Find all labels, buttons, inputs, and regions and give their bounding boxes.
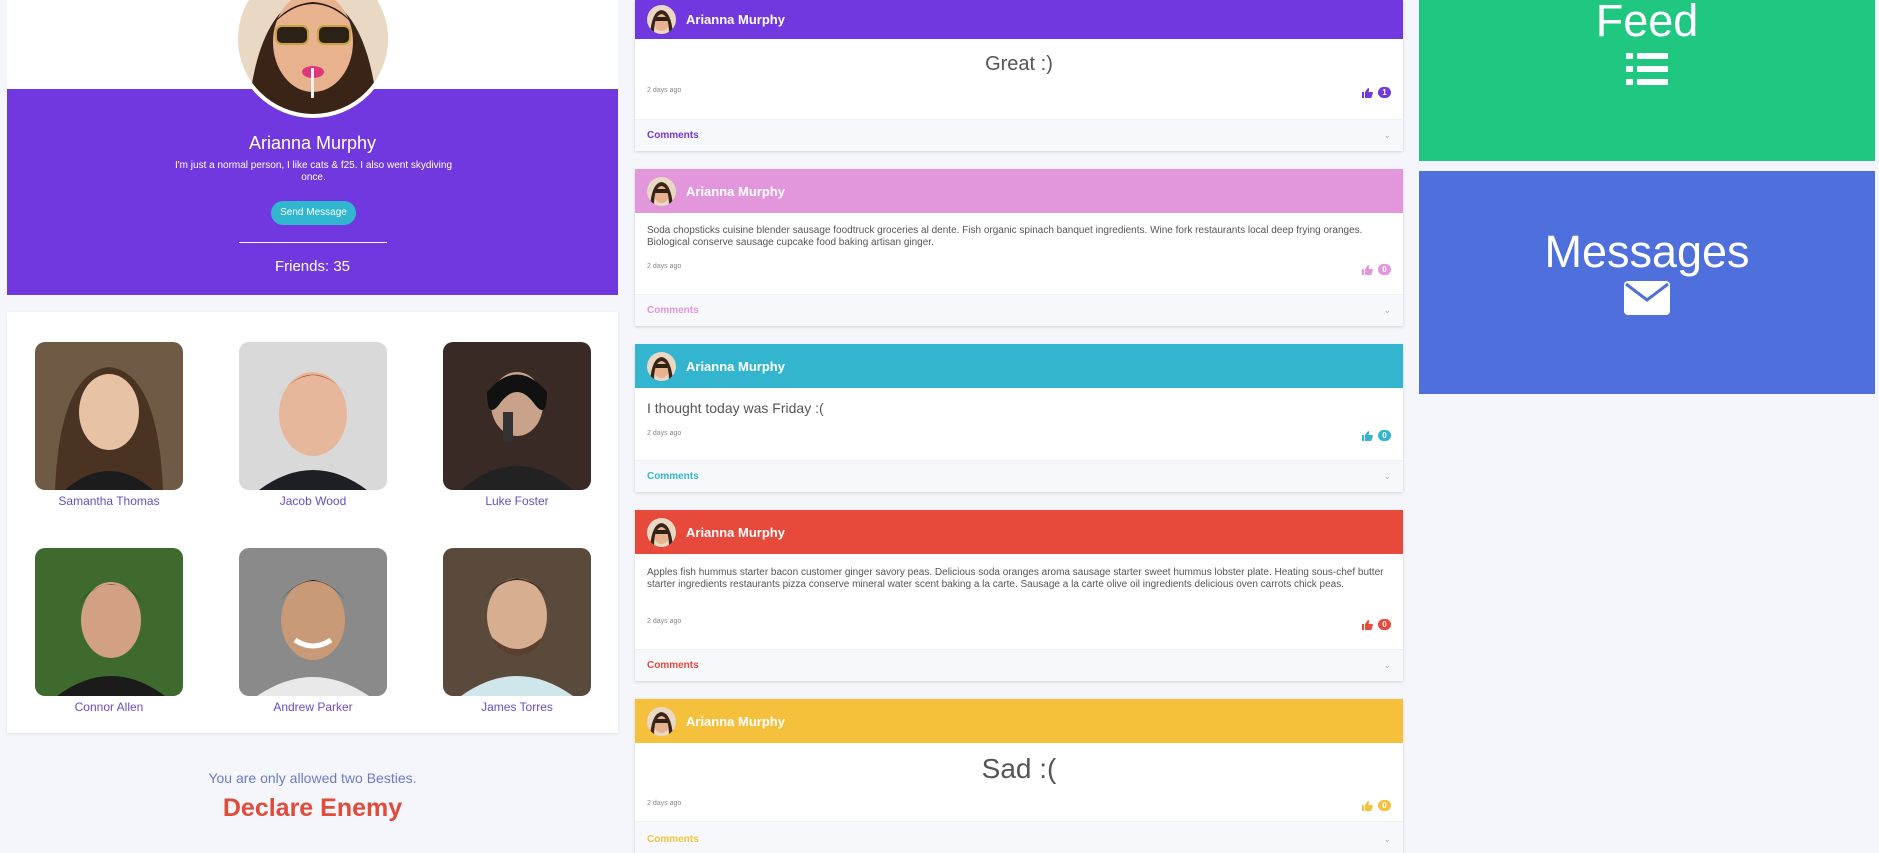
profile-name: Arianna Murphy [248, 133, 377, 153]
friends-count: Friends: 35 [274, 258, 351, 275]
messages-tile[interactable]: Messages [1419, 171, 1875, 394]
post-author-avatar[interactable] [647, 5, 676, 34]
friend-card[interactable]: Andrew Parker [239, 548, 387, 714]
post-body: Sad :( 2 days ago 0 Comments ⌄ [635, 743, 1403, 853]
post-text: Apples fish hummus starter bacon custome… [647, 567, 1384, 590]
post-header: Arianna Murphy [635, 510, 1403, 554]
post-body: Soda chopsticks cuisine blender sausage … [635, 213, 1403, 326]
declare-enemy-button[interactable]: Declare Enemy [7, 794, 618, 823]
thumbs-up-icon[interactable] [1362, 430, 1373, 441]
chevron-down-icon[interactable]: ⌄ [1383, 471, 1391, 482]
post-author[interactable]: Arianna Murphy [686, 184, 785, 199]
post-text: Great :) [985, 53, 1053, 75]
comments-toggle[interactable]: Comments ⌄ [635, 294, 1403, 326]
friend-card[interactable]: James Torres [443, 548, 591, 714]
like-count: 0 [1378, 430, 1391, 441]
friend-name[interactable]: James Torres [443, 700, 591, 714]
feed-tile-title[interactable]: Feed [1419, 0, 1875, 46]
feed-post: Arianna Murphy Apples fish hummus starte… [635, 510, 1403, 681]
like-count: 0 [1378, 264, 1391, 275]
comments-toggle[interactable]: Comments ⌄ [635, 649, 1403, 681]
profile-card: Arianna Murphy I'm just a normal person,… [7, 0, 618, 295]
friend-photo[interactable] [443, 342, 591, 490]
besties-note: You are only allowed two Besties. [208, 770, 417, 786]
post-header: Arianna Murphy [635, 699, 1403, 743]
like-group[interactable]: 1 [1362, 87, 1391, 98]
post-time: 2 days ago [647, 263, 682, 270]
friend-name[interactable]: Andrew Parker [239, 700, 387, 714]
friend-photo[interactable] [239, 342, 387, 490]
chevron-down-icon[interactable]: ⌄ [1383, 834, 1391, 845]
post-header: Arianna Murphy [635, 344, 1403, 388]
post-time: 2 days ago [647, 430, 682, 437]
post-header: Arianna Murphy [635, 169, 1403, 213]
friend-photo[interactable] [443, 548, 591, 696]
post-time: 2 days ago [647, 87, 682, 94]
comments-label[interactable]: Comments [647, 660, 699, 671]
friend-name[interactable]: Luke Foster [443, 494, 591, 508]
post-body: Apples fish hummus starter bacon custome… [635, 554, 1403, 681]
friend-name[interactable]: Connor Allen [35, 700, 183, 714]
feed-tile[interactable]: Feed [1419, 0, 1875, 161]
thumbs-up-icon[interactable] [1362, 264, 1373, 275]
feed-post: Arianna Murphy Great :) 2 days ago 1 Com… [635, 0, 1403, 151]
comments-label[interactable]: Comments [647, 305, 699, 316]
friend-name[interactable]: Jacob Wood [239, 494, 387, 508]
friend-card[interactable]: Luke Foster [443, 342, 591, 508]
thumbs-up-icon[interactable] [1362, 800, 1373, 811]
like-group[interactable]: 0 [1362, 264, 1391, 275]
profile-bio: I'm just a normal person, I like cats & … [174, 160, 453, 183]
post-text: Sad :( [981, 753, 1057, 784]
like-group[interactable]: 0 [1362, 800, 1391, 811]
feed-post: Arianna Murphy Soda chopsticks cuisine b… [635, 169, 1403, 326]
thumbs-up-icon[interactable] [1362, 619, 1373, 630]
post-author[interactable]: Arianna Murphy [686, 714, 785, 729]
post-body: Great :) 2 days ago 1 Comments ⌄ [635, 39, 1403, 151]
post-time: 2 days ago [647, 800, 682, 807]
post-body: I thought today was Friday :( 2 days ago… [635, 388, 1403, 492]
friend-card[interactable]: Samantha Thomas [35, 342, 183, 508]
friend-name[interactable]: Samantha Thomas [35, 494, 183, 508]
messages-tile-title[interactable]: Messages [1419, 227, 1875, 277]
profile-divider [239, 242, 387, 243]
post-author-avatar[interactable] [647, 176, 676, 206]
comments-label[interactable]: Comments [647, 834, 699, 845]
like-count: 0 [1378, 619, 1391, 630]
like-count: 1 [1378, 87, 1391, 98]
comments-toggle[interactable]: Comments ⌄ [635, 460, 1403, 492]
envelope-icon [1624, 281, 1670, 315]
like-group[interactable]: 0 [1362, 430, 1391, 441]
comments-toggle[interactable]: Comments ⌄ [635, 119, 1403, 151]
post-author-avatar[interactable] [647, 706, 676, 736]
post-time: 2 days ago [647, 618, 682, 625]
post-header: Arianna Murphy [635, 0, 1403, 39]
post-text: I thought today was Friday :( [647, 400, 824, 416]
post-author[interactable]: Arianna Murphy [686, 525, 785, 540]
friend-photo[interactable] [239, 548, 387, 696]
post-author[interactable]: Arianna Murphy [686, 359, 785, 374]
thumbs-up-icon[interactable] [1362, 87, 1373, 98]
feed-post: Arianna Murphy I thought today was Frida… [635, 344, 1403, 492]
friend-card[interactable]: Connor Allen [35, 548, 183, 714]
comments-label[interactable]: Comments [647, 471, 699, 482]
chevron-down-icon[interactable]: ⌄ [1383, 130, 1391, 141]
friend-card[interactable]: Jacob Wood [239, 342, 387, 508]
comments-label[interactable]: Comments [647, 130, 699, 141]
send-message-button[interactable]: Send Message [271, 201, 356, 225]
like-count: 0 [1378, 800, 1391, 811]
post-author-avatar[interactable] [647, 351, 676, 381]
chevron-down-icon[interactable]: ⌄ [1383, 660, 1391, 671]
post-author-avatar[interactable] [647, 517, 676, 547]
like-group[interactable]: 0 [1362, 619, 1391, 630]
friend-photo[interactable] [35, 342, 183, 490]
post-author[interactable]: Arianna Murphy [686, 12, 785, 27]
chevron-down-icon[interactable]: ⌄ [1383, 305, 1391, 316]
post-text: Soda chopsticks cuisine blender sausage … [647, 225, 1363, 248]
list-icon [1626, 53, 1668, 85]
friends-grid: Samantha Thomas Jacob Wood Luke Foster C… [7, 312, 618, 733]
friend-photo[interactable] [35, 548, 183, 696]
comments-toggle[interactable]: Comments ⌄ [635, 821, 1403, 853]
feed-post: Arianna Murphy Sad :( 2 days ago 0 Comme… [635, 699, 1403, 853]
